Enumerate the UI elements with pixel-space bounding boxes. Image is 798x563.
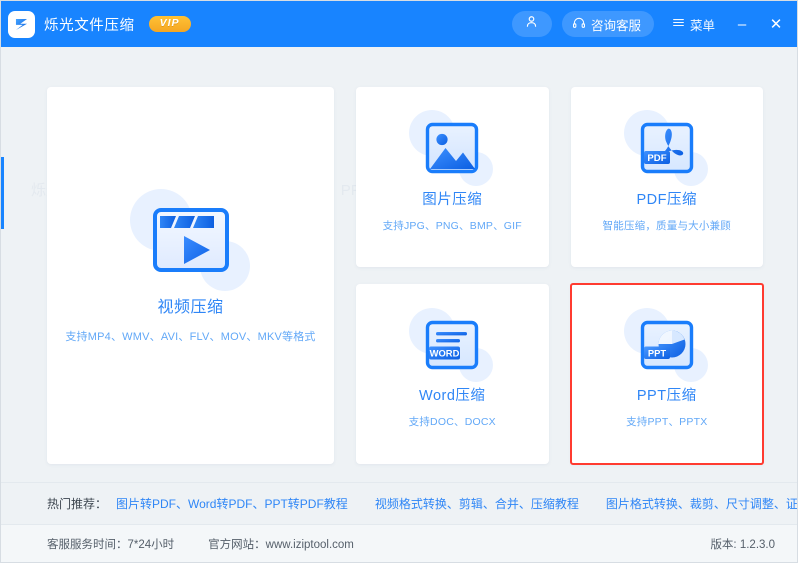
- card-subtitle: 支持MP4、WMV、AVI、FLV、MOV、MKV等格式: [65, 331, 316, 343]
- card-title: 图片压缩: [422, 191, 483, 208]
- hamburger-menu-icon: [672, 16, 685, 32]
- user-account-button[interactable]: [511, 11, 552, 37]
- svg-text:PDF: PDF: [647, 153, 666, 164]
- word-file-icon: WORD: [425, 320, 479, 370]
- card-subtitle: 支持DOC、DOCX: [408, 415, 496, 428]
- pdf-file-icon: PDF: [640, 122, 694, 174]
- card-video-compress[interactable]: 视频压缩 支持MP4、WMV、AVI、FLV、MOV、MKV等格式: [47, 87, 334, 464]
- hot-recommend-bar: 热门推荐： 图片转PDF、Word转PDF、PPT转PDF教程 视频格式转换、剪…: [1, 482, 797, 524]
- close-button[interactable]: ✕: [769, 17, 783, 32]
- menu-label: 菜单: [689, 18, 715, 33]
- minimize-button[interactable]: –: [735, 17, 749, 32]
- title-bar: 烁光文件压缩 VIP 咨询客服 菜单 – ✕: [1, 1, 797, 47]
- card-word-compress[interactable]: WORD Word压缩 支持DOC、DOCX: [356, 284, 549, 464]
- service-hours-text: 客服服务时间：7*24小时: [47, 538, 175, 551]
- card-subtitle: 支持JPG、PNG、BMP、GIF: [382, 219, 522, 232]
- recommend-link-pdf-tutorials[interactable]: 图片转PDF、Word转PDF、PPT转PDF教程: [116, 495, 348, 512]
- card-row-top: 图片压缩 支持JPG、PNG、BMP、GIF PDF PDF压缩 智能压缩，质量…: [356, 87, 763, 267]
- main-content-area: 烁光文件压缩 支持视频、图片、PDF、Word、PPT等多种文件格式的智能压缩: [1, 47, 797, 562]
- customer-service-button[interactable]: 咨询客服: [561, 11, 654, 37]
- menu-button[interactable]: 菜单: [672, 15, 715, 34]
- ppt-file-icon: PPT: [640, 320, 694, 370]
- card-pdf-compress[interactable]: PDF PDF压缩 智能压缩，质量与大小兼顾: [570, 87, 763, 267]
- svg-text:PPT: PPT: [648, 347, 667, 358]
- official-website-text[interactable]: 官方网站：www.iziptool.com: [208, 536, 354, 552]
- card-row-bottom: WORD Word压缩 支持DOC、DOCX PPT PPT压缩 支持PPT、P…: [356, 283, 764, 465]
- video-play-icon: [152, 207, 230, 273]
- recommend-label: 热门推荐：: [47, 497, 108, 511]
- image-icon-wrap: [409, 109, 494, 186]
- status-footer: 客服服务时间：7*24小时 官方网站：www.iziptool.com 版本: …: [1, 524, 797, 562]
- video-icon-wrap: [129, 189, 250, 291]
- user-account-icon: [524, 14, 539, 34]
- recommend-link-image-tutorials[interactable]: 图片格式转换、裁剪、尺寸调整、证件照大小调整: [606, 495, 797, 512]
- card-title: PPT压缩: [636, 387, 697, 404]
- vip-badge[interactable]: VIP: [148, 16, 191, 32]
- card-title: 视频压缩: [157, 299, 224, 316]
- card-title: Word压缩: [419, 387, 486, 404]
- card-title: PDF压缩: [636, 191, 697, 208]
- headset-icon: [572, 16, 586, 33]
- app-logo-icon: [8, 10, 35, 38]
- card-subtitle: 智能压缩，质量与大小兼顾: [602, 219, 731, 232]
- ppt-icon-wrap: PPT: [623, 307, 708, 382]
- feature-card-grid: 视频压缩 支持MP4、WMV、AVI、FLV、MOV、MKV等格式 图片压缩 支…: [1, 47, 797, 465]
- recommend-link-video-tutorials[interactable]: 视频格式转换、剪辑、合并、压缩教程: [375, 495, 579, 512]
- card-image-compress[interactable]: 图片压缩 支持JPG、PNG、BMP、GIF: [356, 87, 549, 267]
- card-ppt-compress[interactable]: PPT PPT压缩 支持PPT、PPTX: [569, 283, 764, 465]
- picture-icon: [425, 122, 479, 174]
- word-icon-wrap: WORD: [409, 307, 494, 382]
- left-edge-accent: [1, 157, 4, 229]
- app-title: 烁光文件压缩: [44, 17, 135, 34]
- card-subtitle: 支持PPT、PPTX: [626, 415, 708, 428]
- video-card-column: 视频压缩 支持MP4、WMV、AVI、FLV、MOV、MKV等格式: [47, 87, 334, 464]
- version-text: 版本: 1.2.3.0: [710, 538, 775, 551]
- pdf-icon-wrap: PDF: [623, 109, 708, 186]
- application-window: 烁光文件压缩 VIP 咨询客服 菜单 – ✕ 支持视频、图片、PDF、Word、…: [0, 0, 798, 563]
- customer-service-label: 咨询客服: [590, 18, 641, 33]
- right-card-columns: 图片压缩 支持JPG、PNG、BMP、GIF PDF PDF压缩 智能压缩，质量…: [356, 87, 764, 465]
- svg-text:WORD: WORD: [430, 347, 460, 358]
